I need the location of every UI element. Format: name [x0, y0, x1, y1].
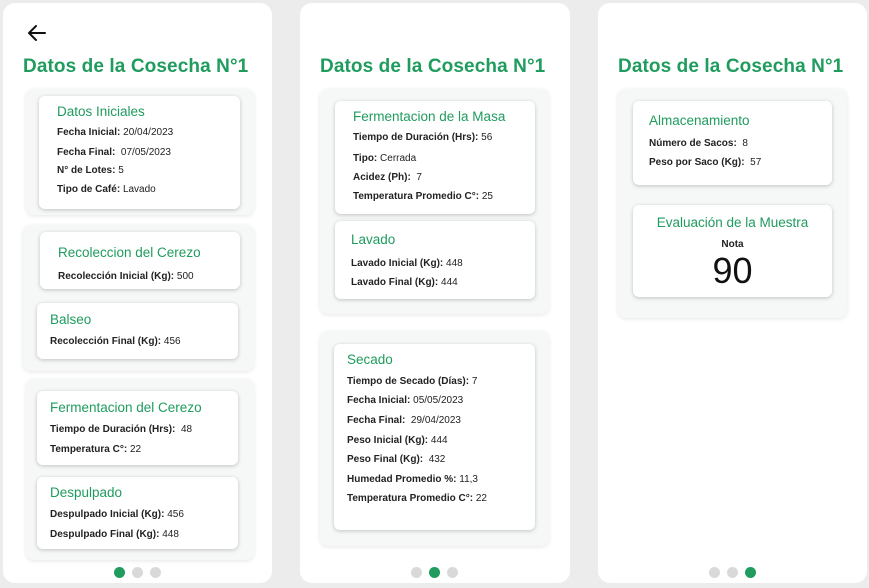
field-numero-sacos: Número de Sacos: 8	[649, 138, 748, 149]
field-fecha-final: Fecha Final: 29/04/2023	[347, 415, 461, 426]
field-tiempo-duracion: Tiempo de Duración (Hrs): 56	[353, 132, 493, 143]
page-dot-2[interactable]	[429, 567, 440, 578]
card-balseo: Balseo Recolección Final (Kg): 456	[37, 303, 238, 359]
field-temperatura-promedio: Temperatura Promedio C°: 22	[347, 493, 487, 504]
field-temperatura: Temperatura C°: 22	[50, 444, 142, 455]
field-recoleccion-final: Recolección Final (Kg): 456	[50, 336, 181, 347]
field-despulpado-final: Despulpado Final (Kg): 448	[50, 529, 179, 540]
field-tipo: Tipo: Cerrada	[353, 153, 417, 164]
page-dot-1[interactable]	[709, 567, 720, 578]
card-title: Secado	[347, 352, 393, 367]
field-peso-por-saco: Peso por Saco (Kg): 57	[649, 157, 762, 168]
field-despulpado-inicial: Despulpado Inicial (Kg): 456	[50, 509, 184, 520]
card-almacenamiento: Almacenamiento Número de Sacos: 8 Peso p…	[633, 101, 832, 185]
screen-1: Datos de la Cosecha N°1 Datos Iniciales …	[3, 3, 272, 583]
page-dot-2[interactable]	[727, 567, 738, 578]
card-fermentacion-masa: Fermentacion de la Masa Tiempo de Duraci…	[335, 101, 535, 214]
card-title: Lavado	[351, 232, 396, 247]
page-title: Datos de la Cosecha N°1	[618, 56, 844, 77]
field-lotes: N° de Lotes: 5	[57, 165, 124, 176]
card-title: Recoleccion del Cerezo	[58, 245, 201, 260]
card-evaluacion: Evaluación de la Muestra Nota 90	[633, 205, 832, 297]
field-peso-inicial: Peso Inicial (Kg): 444	[347, 435, 448, 446]
card-datos-iniciales: Datos Iniciales Fecha Inicial: 20/04/202…	[39, 96, 240, 209]
screen-2: Datos de la Cosecha N°1 Fermentacion de …	[300, 3, 570, 583]
page-dot-2[interactable]	[132, 567, 143, 578]
page-dot-1[interactable]	[411, 567, 422, 578]
field-lavado-inicial: Lavado Inicial (Kg): 448	[351, 258, 463, 269]
field-fecha-final: Fecha Final: 07/05/2023	[57, 147, 171, 158]
nota-value: 90	[712, 250, 753, 291]
field-humedad: Humedad Promedio %: 11,3	[347, 474, 478, 485]
card-recoleccion: Recoleccion del Cerezo Recolección Inici…	[40, 232, 240, 289]
card-title: Fermentacion de la Masa	[353, 109, 506, 124]
field-temperatura-promedio: Temperatura Promedio C°: 25	[353, 191, 493, 202]
screen-3: Datos de la Cosecha N°1 Almacenamiento N…	[598, 3, 867, 583]
card-lavado: Lavado Lavado Inicial (Kg): 448 Lavado F…	[335, 221, 535, 299]
field-tiempo-duracion: Tiempo de Duración (Hrs): 48	[50, 424, 193, 435]
card-title: Despulpado	[50, 485, 123, 500]
field-lavado-final: Lavado Final (Kg): 444	[351, 277, 458, 288]
field-fecha-inicial: Fecha Inicial: 20/04/2023	[57, 127, 174, 138]
field-fecha-inicial: Fecha Inicial: 05/05/2023	[347, 395, 464, 406]
field-peso-final: Peso Final (Kg): 432	[347, 454, 446, 465]
pagination-dots	[114, 567, 161, 578]
page-title: Datos de la Cosecha N°1	[320, 56, 546, 77]
field-recoleccion-inicial: Recolección Inicial (Kg): 500	[58, 271, 194, 282]
card-title: Almacenamiento	[649, 113, 750, 128]
page-dot-3[interactable]	[447, 567, 458, 578]
field-tiempo-secado: Tiempo de Secado (Días): 7	[347, 376, 478, 387]
card-fermentacion-cerezo: Fermentacion del Cerezo Tiempo de Duraci…	[37, 391, 238, 465]
card-despulpado: Despulpado Despulpado Inicial (Kg): 456 …	[37, 477, 238, 549]
page-dot-3[interactable]	[150, 567, 161, 578]
pagination-dots	[411, 567, 458, 578]
field-tipo-cafe: Tipo de Café: Lavado	[57, 184, 156, 195]
card-secado: Secado Tiempo de Secado (Días): 7 Fecha …	[334, 344, 535, 530]
card-title: Datos Iniciales	[57, 104, 145, 119]
card-title: Evaluación de la Muestra	[656, 215, 809, 230]
nota-label: Nota	[721, 239, 744, 250]
page-title: Datos de la Cosecha N°1	[23, 56, 249, 77]
back-arrow-icon[interactable]	[25, 21, 49, 45]
card-title: Balseo	[50, 312, 92, 327]
page-dot-1[interactable]	[114, 567, 125, 578]
page-dot-3[interactable]	[745, 567, 756, 578]
field-acidez: Acidez (Ph): 7	[353, 172, 422, 183]
card-title: Fermentacion del Cerezo	[50, 400, 202, 415]
pagination-dots	[709, 567, 756, 578]
